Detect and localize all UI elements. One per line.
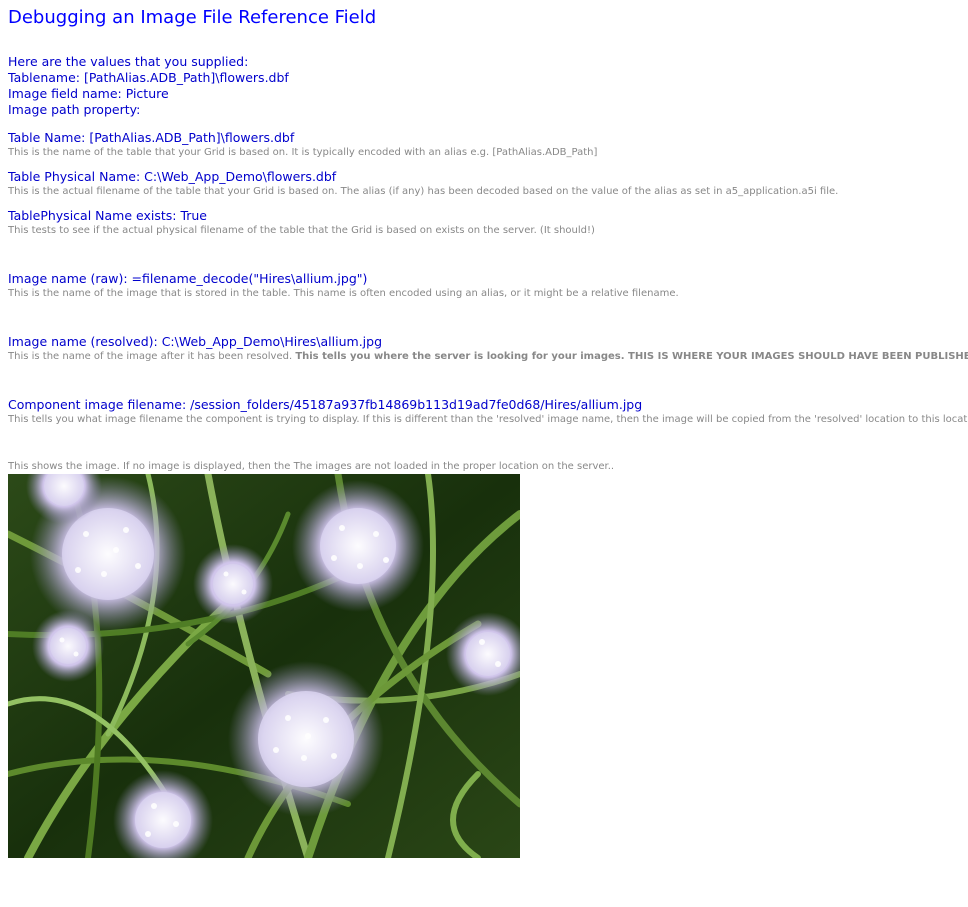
physical-exists-label: TablePhysical Name exists: True xyxy=(8,208,207,223)
image-resolved-label: Image name (resolved): C:\Web_App_Demo\H… xyxy=(8,334,383,349)
component-image-label: Component image filename: /session_folde… xyxy=(8,397,643,412)
image-display-section: This shows the image. If no image is dis… xyxy=(8,460,964,858)
image-raw-label: Image name (raw): =filename_decode("Hire… xyxy=(8,271,368,286)
debug-page: Debugging an Image File Reference Field … xyxy=(8,6,968,858)
supplied-image-path-property: Image path property: xyxy=(8,102,141,117)
supplied-image-field: Image field name: Picture xyxy=(8,86,169,101)
supplied-values-section: Here are the values that you supplied: T… xyxy=(8,54,964,118)
table-physical-name-label: Table Physical Name: C:\Web_App_Demo\flo… xyxy=(8,169,337,184)
image-resolved-note: This is the name of the image after it h… xyxy=(8,350,968,364)
page-title: Debugging an Image File Reference Field xyxy=(8,7,377,28)
image-resolved-section: Image name (resolved): C:\Web_App_Demo\H… xyxy=(8,334,968,364)
image-raw-section: Image name (raw): =filename_decode("Hire… xyxy=(8,271,964,301)
image-resolved-note-plain: This is the name of the image after it h… xyxy=(8,351,296,362)
image-resolved-note-bold: This tells you where the server is looki… xyxy=(295,351,968,362)
component-image-note: This tells you what image filename the c… xyxy=(8,414,968,425)
table-physical-name-note: This is the actual filename of the table… xyxy=(8,186,839,197)
physical-exists-note: This tests to see if the actual physical… xyxy=(8,225,595,236)
physical-exists-section: TablePhysical Name exists: True This tes… xyxy=(8,208,964,238)
image-display-note: This shows the image. If no image is dis… xyxy=(8,461,615,472)
allium-flower-photo xyxy=(8,474,520,858)
image-raw-note: This is the name of the image that is st… xyxy=(8,288,679,299)
table-physical-name-section: Table Physical Name: C:\Web_App_Demo\flo… xyxy=(8,169,964,199)
table-name-label: Table Name: [PathAlias.ADB_Path]\flowers… xyxy=(8,130,295,145)
component-image-section: Component image filename: /session_folde… xyxy=(8,397,968,427)
supplied-tablename: Tablename: [PathAlias.ADB_Path]\flowers.… xyxy=(8,70,289,85)
supplied-intro: Here are the values that you supplied: xyxy=(8,54,249,69)
table-name-note: This is the name of the table that your … xyxy=(8,147,598,158)
table-name-section: Table Name: [PathAlias.ADB_Path]\flowers… xyxy=(8,130,964,160)
